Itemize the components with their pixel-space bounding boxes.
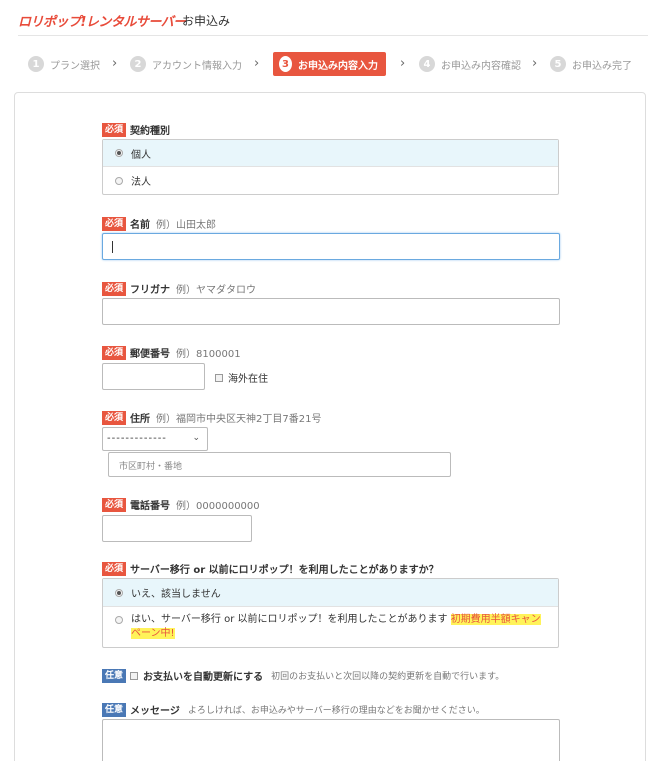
site-header: ロリポップ!レンタルサーバー お申込み: [18, 8, 648, 36]
furigana-label: フリガナ: [130, 285, 171, 296]
migration-yes-option[interactable]: はい、サーバー移行 or 以前にロリポップ！を利用したことがあります 初期費用半…: [103, 607, 558, 647]
step-application-details: 3 お申込み内容入力: [273, 52, 386, 76]
message-description: よろしければ、お申込みやサーバー移行の理由などをお聞かせください。: [187, 706, 485, 716]
step-label: アカウント情報入力: [152, 60, 242, 72]
lolipop-logo[interactable]: ロリポップ!レンタルサーバー: [18, 11, 186, 30]
city-address-input[interactable]: 市区町村・番地: [108, 452, 451, 477]
contract-type-label-row: 必須 契約種別: [102, 122, 170, 137]
radio-button[interactable]: [115, 616, 123, 624]
required-badge: 必須: [102, 497, 127, 512]
contract-type-radio-group: 個人 法人: [102, 139, 559, 195]
contract-type-individual-option[interactable]: 個人: [103, 140, 558, 167]
overseas-label: 海外在住: [228, 374, 268, 385]
address-label-row: 必須 住所 例）福岡市中央区天神2丁目7番21号: [102, 410, 321, 425]
campaign-highlight-continued: ペーン中!: [131, 628, 175, 639]
phone-label: 電話番号: [130, 501, 171, 512]
autorenew-checkbox[interactable]: [130, 671, 139, 680]
migration-no-option[interactable]: いえ、該当しません: [103, 579, 558, 607]
migration-label: サーバー移行 or 以前にロリポップ！を利用したことがありますか？: [130, 565, 439, 576]
campaign-highlight: 初期費用半額キャン: [450, 614, 541, 625]
required-badge: 必須: [102, 122, 127, 137]
chevron-right-icon: ›: [112, 56, 118, 71]
name-label-row: 必須 名前 例）山田太郎: [102, 216, 216, 231]
step-label: お申込み完了: [572, 60, 632, 72]
step-plan-selection: 1 プラン選択: [28, 52, 100, 76]
autorenew-description: 初回のお支払いと次回以降の契約更新を自動で行います。: [271, 672, 505, 682]
step-complete: 5 お申込み完了: [550, 52, 632, 76]
chevron-down-icon: ⌄: [192, 433, 201, 443]
step-number: 2: [130, 56, 146, 72]
postal-code-label-row: 必須 郵便番号 例）8100001: [102, 345, 241, 360]
name-example: 例）山田太郎: [156, 220, 217, 231]
furigana-input[interactable]: [102, 298, 560, 325]
step-label: お申込み内容入力: [298, 60, 378, 72]
furigana-label-row: 必須 フリガナ 例）ヤマダタロウ: [102, 281, 256, 296]
required-badge: 必須: [102, 410, 127, 425]
contract-type-corporation-option[interactable]: 法人: [103, 167, 558, 194]
step-number: 3: [279, 56, 292, 72]
chevron-right-icon: ›: [532, 56, 538, 71]
phone-example: 例）0000000000: [176, 501, 260, 512]
radio-button[interactable]: [115, 176, 123, 185]
required-badge: 必須: [102, 216, 127, 231]
autorenew-row: 任意 お支払いを自動更新にする 初回のお支払いと次回以降の契約更新を自動で行いま…: [102, 668, 504, 683]
chevron-right-icon: ›: [400, 56, 406, 71]
step-number: 5: [550, 56, 566, 72]
text-caret: [112, 241, 113, 253]
message-textarea[interactable]: [102, 719, 560, 761]
progress-steps: 1 プラン選択 › 2 アカウント情報入力 › 3 お申込み内容入力 › 4 お…: [28, 52, 648, 76]
address-example: 例）福岡市中央区天神2丁目7番21号: [156, 414, 322, 425]
phone-input[interactable]: [102, 515, 252, 542]
postal-code-example: 例）8100001: [176, 349, 241, 360]
migration-radio-group: いえ、該当しません はい、サーバー移行 or 以前にロリポップ！を利用したことが…: [102, 578, 559, 648]
radio-button[interactable]: [115, 588, 123, 597]
required-badge: 必須: [102, 281, 127, 296]
radio-button[interactable]: [115, 149, 123, 157]
message-label: メッセージ: [130, 706, 180, 717]
option-label: 個人: [131, 149, 151, 161]
step-label: プラン選択: [50, 60, 100, 72]
prefecture-select[interactable]: ------------- ⌄: [102, 427, 208, 451]
city-address-placeholder: 市区町村・番地: [119, 462, 183, 472]
step-number: 4: [419, 56, 435, 72]
phone-label-row: 必須 電話番号 例）0000000000: [102, 497, 260, 512]
step-account-info: 2 アカウント情報入力: [130, 52, 242, 76]
step-number: 1: [28, 56, 44, 72]
option-label: はい、サーバー移行 or 以前にロリポップ！を利用したことがあります: [131, 614, 448, 625]
postal-code-input[interactable]: [102, 363, 205, 390]
option-label: いえ、該当しません: [131, 589, 221, 600]
chevron-right-icon: ›: [254, 56, 260, 71]
optional-badge: 任意: [102, 702, 127, 717]
option-label: 法人: [131, 177, 151, 188]
prefecture-select-value: -------------: [107, 433, 167, 444]
optional-badge: 任意: [102, 668, 127, 683]
required-badge: 必須: [102, 561, 127, 576]
autorenew-label[interactable]: お支払いを自動更新にする: [143, 668, 263, 683]
migration-label-row: 必須 サーバー移行 or 以前にロリポップ！を利用したことがありますか？: [102, 561, 439, 576]
required-badge: 必須: [102, 345, 127, 360]
message-label-row: 任意 メッセージ よろしければ、お申込みやサーバー移行の理由などをお聞かせくださ…: [102, 702, 485, 717]
name-input[interactable]: [102, 233, 560, 260]
contract-type-label: 契約種別: [130, 126, 171, 137]
postal-code-label: 郵便番号: [130, 349, 171, 360]
step-label: お申込み内容確認: [441, 60, 521, 72]
step-confirmation: 4 お申込み内容確認: [419, 52, 521, 76]
address-label: 住所: [130, 414, 151, 425]
name-label: 名前: [130, 220, 151, 231]
overseas-checkbox-row[interactable]: 海外在住: [215, 370, 268, 385]
overseas-checkbox[interactable]: [215, 373, 223, 382]
furigana-example: 例）ヤマダタロウ: [176, 285, 257, 296]
page-title: お申込み: [182, 14, 231, 28]
